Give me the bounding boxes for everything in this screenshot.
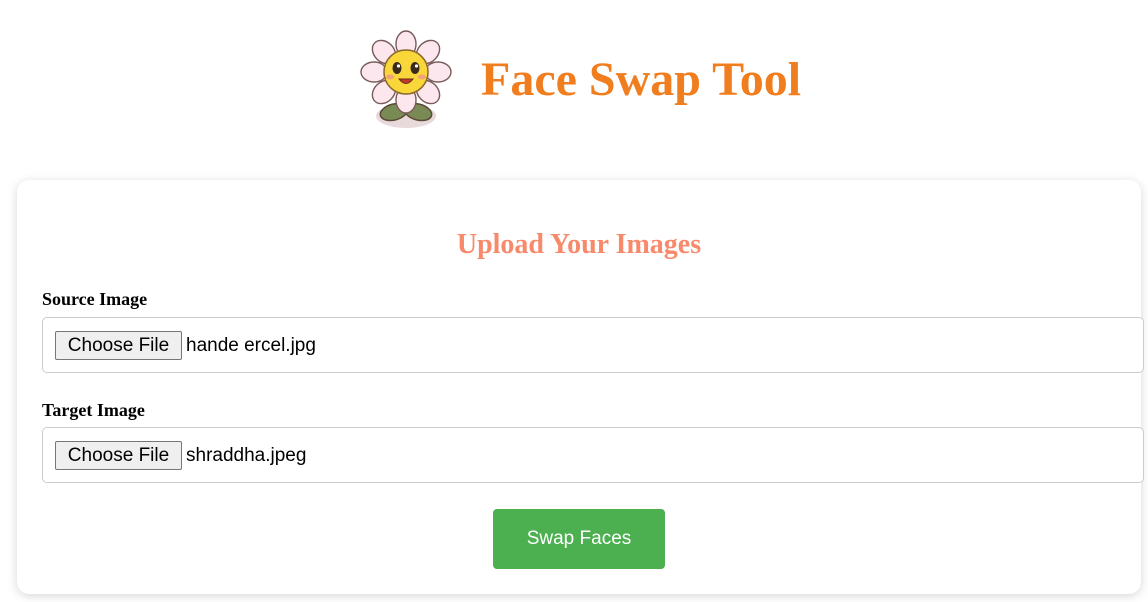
app-title: Face Swap Tool — [481, 53, 802, 106]
upload-card: Upload Your Images Source Image Choose F… — [17, 180, 1144, 594]
source-image-label: Source Image — [42, 289, 148, 309]
source-image-input[interactable]: Choose File hande ercel.jpg — [42, 317, 1144, 373]
target-file-name: shraddha.jpeg — [186, 445, 307, 466]
source-choose-file-button[interactable]: Choose File — [55, 331, 182, 360]
target-image-input[interactable]: Choose File shraddha.jpeg — [42, 427, 1144, 483]
swap-faces-button[interactable]: Swap Faces — [493, 509, 665, 569]
target-choose-file-button[interactable]: Choose File — [55, 441, 182, 470]
source-file-name: hande ercel.jpg — [186, 335, 316, 356]
upload-card-title: Upload Your Images — [456, 229, 702, 260]
flower-mascot-icon — [356, 30, 460, 130]
target-image-label: Target Image — [42, 400, 145, 420]
page-header: Face Swap Tool — [0, 0, 1148, 160]
